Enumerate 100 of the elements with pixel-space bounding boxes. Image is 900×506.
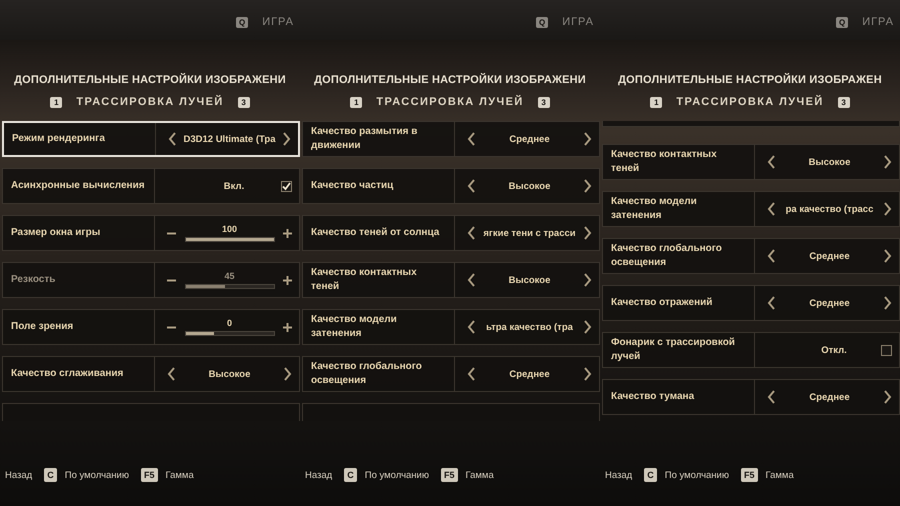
chevron-right-icon[interactable] <box>582 367 592 381</box>
checkbox[interactable] <box>881 344 892 356</box>
chevron-right-icon[interactable] <box>883 155 892 169</box>
chevron-right-icon[interactable] <box>582 132 592 146</box>
setting-label: Качество модели затенения <box>603 192 755 226</box>
key-hint: C <box>44 468 57 482</box>
footer-action[interactable]: Назад <box>5 470 32 480</box>
setting-row[interactable]: Качество размытия в движении Среднее <box>302 121 600 157</box>
setting-label: Режим рендеринга <box>4 123 156 155</box>
chevron-right-icon[interactable] <box>882 296 892 310</box>
setting-label: Качество частиц <box>303 169 455 203</box>
key-hint: C <box>344 468 357 482</box>
footer-action[interactable]: По умолчанию <box>64 470 129 480</box>
footer-action[interactable]: По умолчанию <box>364 470 429 480</box>
chevron-left-icon[interactable] <box>467 132 476 146</box>
chevron-left-icon[interactable] <box>767 202 776 216</box>
checkbox[interactable] <box>281 180 292 192</box>
chevron-left-icon[interactable] <box>167 367 176 381</box>
key-hint: 3 <box>538 96 550 108</box>
key-hint: F5 <box>440 468 458 482</box>
footer-action[interactable]: Гамма <box>466 470 494 480</box>
setting-value: Высокое <box>508 274 550 286</box>
setting-label: Качество контактных теней <box>603 145 755 179</box>
chevron-right-icon[interactable] <box>583 226 592 240</box>
setting-row[interactable]: Качество глобального освещения Среднее <box>602 238 900 274</box>
setting-value: Среднее <box>509 134 550 144</box>
key-hint: C <box>644 468 657 482</box>
setting-row[interactable]: Качество контактных теней Высокое <box>602 144 900 180</box>
section-tab[interactable]: ТРАССИРОВКА ЛУЧЕЙ <box>676 96 824 108</box>
slider-track[interactable] <box>184 331 274 336</box>
chevron-right-icon[interactable] <box>583 179 592 193</box>
setting-row[interactable]: Качество модели затенения ьтра качество (тра <box>302 309 600 345</box>
chevron-left-icon[interactable] <box>467 179 476 193</box>
chevron-left-icon[interactable] <box>767 390 776 404</box>
setting-value: ягкие тени с трасси <box>483 228 576 238</box>
chevron-left-icon[interactable] <box>467 226 476 240</box>
key-hint: Q <box>236 16 248 28</box>
key-hint: Q <box>836 16 848 28</box>
chevron-left-icon[interactable] <box>467 273 476 287</box>
section-tab[interactable]: ТРАССИРОВКА ЛУЧЕЙ <box>76 96 224 108</box>
chevron-right-icon[interactable] <box>283 367 292 381</box>
setting-label: Качество теней от солнца <box>303 216 455 250</box>
footer-action[interactable]: Гамма <box>766 470 794 480</box>
setting-row[interactable]: Качество тумана Среднее <box>602 379 900 415</box>
setting-row[interactable]: Качество модели затенения ра качество (трасс <box>602 191 900 227</box>
setting-row[interactable]: Качество глобального освещения Среднее <box>302 356 600 392</box>
chevron-right-icon[interactable] <box>882 390 892 404</box>
setting-value: Среднее <box>809 298 850 308</box>
slider-value: 100 <box>222 224 238 234</box>
slider-value: 45 <box>224 271 234 281</box>
setting-row[interactable]: Фонарик с трассировкой лучей Откл. <box>602 332 900 368</box>
setting-row[interactable]: Качество отражений Среднее <box>602 285 900 321</box>
plus-icon[interactable] <box>283 228 292 238</box>
footer-action[interactable]: Гамма <box>166 470 194 480</box>
chevron-left-icon[interactable] <box>168 132 177 146</box>
page-title: ДОПОЛНИТЕЛЬНЫЕ НАСТРОЙКИ ИЗОБРАЖЕНИ <box>313 74 587 88</box>
setting-value: D3D12 Ultimate (Тра <box>183 134 276 144</box>
setting-value: Вкл. <box>222 180 244 192</box>
setting-row[interactable]: Режим рендеринга D3D12 Ultimate (Тра <box>2 121 300 157</box>
chevron-right-icon[interactable] <box>882 249 892 263</box>
setting-label: Асинхронные вычисления <box>3 169 155 203</box>
chevron-left-icon[interactable] <box>767 296 776 310</box>
footer-action[interactable]: Назад <box>305 470 332 480</box>
page-title: ДОПОЛНИТЕЛЬНЫЕ НАСТРОЙКИ ИЗОБРАЖЕН <box>617 74 883 88</box>
setting-row[interactable]: Качество частиц Высокое <box>302 168 600 204</box>
game-tab[interactable]: ИГРА <box>262 16 294 28</box>
footer-action[interactable]: По умолчанию <box>664 470 729 480</box>
key-hint: 3 <box>238 96 250 108</box>
setting-value: Среднее <box>809 250 850 262</box>
chevron-left-icon[interactable] <box>767 249 776 263</box>
slider-value: 0 <box>226 318 232 328</box>
setting-label: Размер окна игры <box>3 216 155 250</box>
footer-action[interactable]: Назад <box>605 470 632 480</box>
section-tab[interactable]: ТРАССИРОВКА ЛУЧЕЙ <box>376 96 524 108</box>
game-tab[interactable]: ИГРА <box>862 16 894 28</box>
setting-label: Качество размытия в движении <box>303 122 455 156</box>
key-hint: F5 <box>740 468 758 482</box>
chevron-left-icon[interactable] <box>767 155 776 169</box>
chevron-right-icon[interactable] <box>582 320 592 334</box>
setting-value: Среднее <box>809 392 850 402</box>
setting-label: Резкость <box>3 263 155 297</box>
key-hint: 3 <box>838 96 850 108</box>
chevron-right-icon[interactable] <box>583 273 592 287</box>
setting-row[interactable]: Качество теней от солнца ягкие тени с трасси <box>302 215 600 251</box>
game-tab[interactable]: ИГРА <box>562 16 594 28</box>
setting-label: Качество глобального освещения <box>303 357 455 391</box>
setting-label: Фонарик с трассировкой лучей <box>603 333 755 367</box>
key-hint: Q <box>536 16 548 28</box>
setting-label: Качество глобального освещения <box>603 239 755 273</box>
key-hint: 1 <box>350 96 362 108</box>
setting-row[interactable]: Асинхронные вычисления Вкл. <box>2 168 300 204</box>
chevron-left-icon[interactable] <box>467 367 476 381</box>
setting-row[interactable]: Качество сглаживания Высокое <box>2 356 300 392</box>
chevron-right-icon[interactable] <box>882 202 892 216</box>
setting-row[interactable]: Поле зрения 0 <box>2 309 300 345</box>
plus-icon[interactable] <box>283 322 292 332</box>
chevron-right-icon[interactable] <box>282 132 291 146</box>
setting-row[interactable]: Качество контактных теней Высокое <box>302 262 600 298</box>
chevron-left-icon[interactable] <box>467 320 476 334</box>
setting-row[interactable]: Размер окна игры 100 <box>2 215 300 251</box>
